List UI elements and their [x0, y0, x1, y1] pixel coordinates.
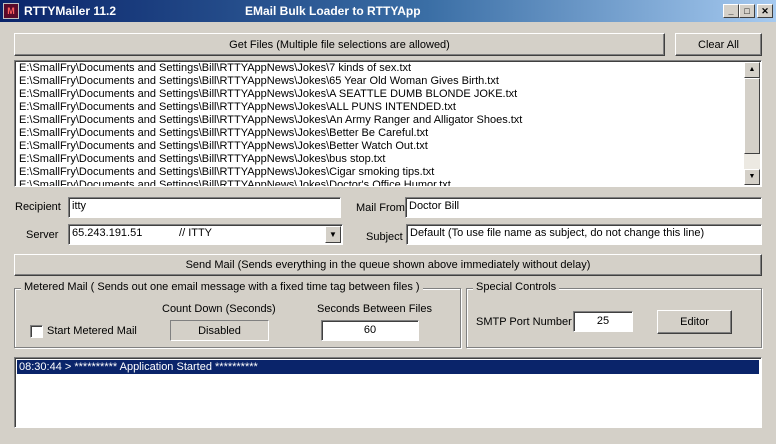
- subject-value: Default (To use file name as subject, do…: [410, 227, 705, 239]
- chevron-down-icon[interactable]: ▼: [325, 226, 341, 243]
- mail-from-value: Doctor Bill: [409, 200, 460, 212]
- scroll-up-arrow-icon[interactable]: ▲: [744, 62, 760, 78]
- file-list-item[interactable]: E:\SmallFry\Documents and Settings\Bill\…: [19, 75, 743, 88]
- file-list-item[interactable]: E:\SmallFry\Documents and Settings\Bill\…: [19, 114, 743, 127]
- file-list-item[interactable]: E:\SmallFry\Documents and Settings\Bill\…: [19, 88, 743, 101]
- minimize-button[interactable]: _: [723, 4, 739, 18]
- send-mail-button[interactable]: Send Mail (Sends everything in the queue…: [14, 254, 762, 276]
- smtp-port-value: 25: [596, 315, 610, 327]
- window-subtitle: EMail Bulk Loader to RTTYApp: [245, 4, 421, 18]
- editor-button[interactable]: Editor: [657, 310, 732, 334]
- file-list-item[interactable]: E:\SmallFry\Documents and Settings\Bill\…: [19, 153, 743, 166]
- close-button[interactable]: ✕: [757, 4, 773, 18]
- maximize-button[interactable]: □: [739, 4, 755, 18]
- file-list-item[interactable]: E:\SmallFry\Documents and Settings\Bill\…: [19, 179, 743, 186]
- server-dropdown[interactable]: 65.243.191.51 // ITTY ▼: [68, 224, 343, 245]
- app-title: RTTYMailer 11.2: [24, 4, 117, 18]
- server-value: 65.243.191.51 // ITTY: [72, 227, 213, 239]
- subject-field[interactable]: Default (To use file name as subject, do…: [406, 224, 762, 245]
- recipient-field[interactable]: itty: [68, 197, 341, 218]
- log-list[interactable]: 08:30:44 > ********** Application Starte…: [14, 357, 762, 428]
- start-metered-mail-label[interactable]: Start Metered Mail: [47, 325, 137, 337]
- file-list-item[interactable]: E:\SmallFry\Documents and Settings\Bill\…: [19, 140, 743, 153]
- file-list-items: E:\SmallFry\Documents and Settings\Bill\…: [19, 62, 743, 186]
- seconds-between-files-value: 60: [363, 324, 377, 336]
- recipient-label: Recipient: [15, 201, 61, 213]
- file-list-item[interactable]: E:\SmallFry\Documents and Settings\Bill\…: [19, 166, 743, 179]
- smtp-port-input[interactable]: 25: [573, 311, 633, 332]
- server-label: Server: [26, 229, 59, 241]
- file-list[interactable]: E:\SmallFry\Documents and Settings\Bill\…: [14, 60, 762, 187]
- file-list-item[interactable]: E:\SmallFry\Documents and Settings\Bill\…: [19, 127, 743, 140]
- scroll-thumb[interactable]: [744, 78, 760, 154]
- subject-label: Subject: [366, 231, 403, 243]
- file-list-scrollbar[interactable]: ▲ ▼: [744, 62, 760, 185]
- main-window: M RTTYMailer 11.2 EMail Bulk Loader to R…: [0, 0, 776, 444]
- metered-mail-title: Metered Mail ( Sends out one email messa…: [21, 281, 423, 293]
- start-metered-mail-checkbox[interactable]: [30, 325, 43, 338]
- countdown-display: Disabled: [170, 320, 269, 341]
- countdown-label: Count Down (Seconds): [162, 303, 276, 315]
- smtp-port-label: SMTP Port Number: [476, 316, 572, 328]
- title-bar[interactable]: M RTTYMailer 11.2 EMail Bulk Loader to R…: [0, 0, 776, 22]
- file-list-item[interactable]: E:\SmallFry\Documents and Settings\Bill\…: [19, 101, 743, 114]
- special-controls-title: Special Controls: [473, 281, 560, 293]
- clear-all-button[interactable]: Clear All: [675, 33, 762, 56]
- countdown-value: Disabled: [198, 324, 241, 337]
- get-files-button[interactable]: Get Files (Multiple file selections are …: [14, 33, 665, 56]
- seconds-between-files-input[interactable]: 60: [321, 320, 419, 341]
- log-line[interactable]: 08:30:44 > ********** Application Starte…: [17, 360, 759, 374]
- mail-from-field[interactable]: Doctor Bill: [405, 197, 762, 218]
- mail-from-label: Mail From: [356, 202, 405, 214]
- seconds-between-files-label: Seconds Between Files: [317, 303, 432, 315]
- app-icon[interactable]: M: [3, 3, 19, 19]
- recipient-value: itty: [72, 200, 87, 212]
- scroll-down-arrow-icon[interactable]: ▼: [744, 169, 760, 185]
- file-list-item[interactable]: E:\SmallFry\Documents and Settings\Bill\…: [19, 62, 743, 75]
